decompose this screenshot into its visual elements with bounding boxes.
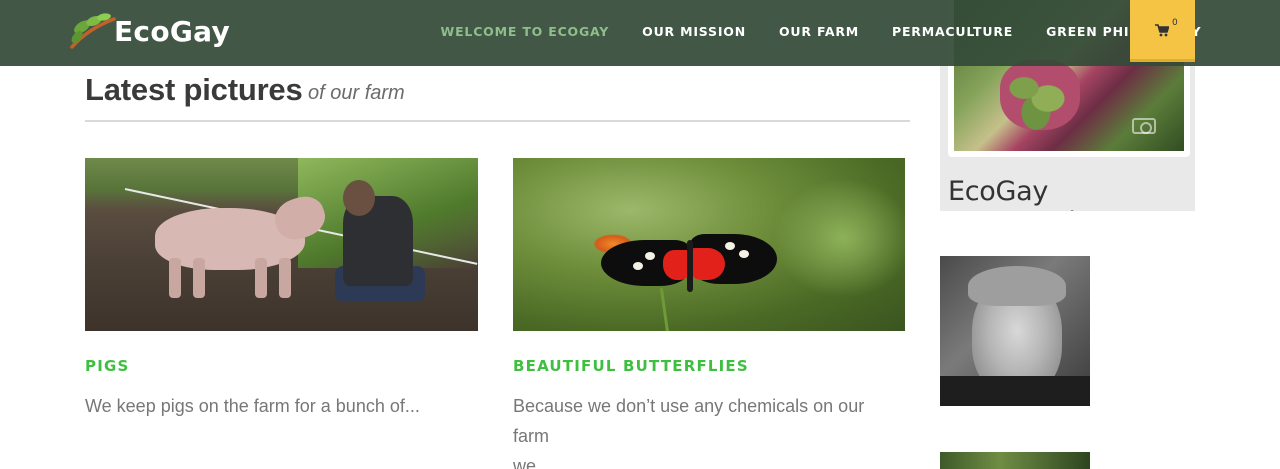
man-head xyxy=(343,180,375,216)
excerpt-line: Because we don’t use any chemicals on ou… xyxy=(513,396,865,446)
section-title: Latest pictures xyxy=(85,72,303,107)
nav-item-our-mission[interactable]: OUR MISSION xyxy=(626,24,763,39)
leaf-logo-icon xyxy=(68,11,116,51)
pig-leg xyxy=(169,258,181,298)
camera-icon xyxy=(1132,118,1156,134)
butterfly-white-spot xyxy=(633,262,643,270)
butterfly-white-spot xyxy=(739,250,749,258)
nav-item-our-farm[interactable]: OUR FARM xyxy=(762,24,875,39)
butterfly-photo[interactable] xyxy=(513,158,905,331)
main-nav: WELCOME TO ECOGAY OUR MISSION OUR FARM P… xyxy=(424,0,1218,62)
portrait-hair xyxy=(968,266,1066,306)
pig-leg xyxy=(193,258,205,298)
butterfly-body xyxy=(687,240,693,292)
butterfly-red-patch xyxy=(691,248,725,280)
pig-leg xyxy=(279,258,291,298)
nav-item-welcome[interactable]: WELCOME TO ECOGAY xyxy=(424,24,626,39)
latest-pictures-heading: Latest pictures of our farm xyxy=(85,72,910,122)
post-title-pigs[interactable]: PIGS xyxy=(85,357,478,375)
excerpt-line: We keep pigs on the farm for a bunch of.… xyxy=(85,396,420,416)
post-excerpt-butterflies: Because we don’t use any chemicals on ou… xyxy=(513,391,905,469)
shopping-cart-icon xyxy=(1155,24,1171,40)
post-excerpt-pigs: We keep pigs on the farm for a bunch of.… xyxy=(85,391,478,421)
site-logo[interactable]: EcoGay xyxy=(68,10,230,52)
post-card-pigs: PIGS We keep pigs on the farm for a bunc… xyxy=(85,158,478,421)
photo-foliage xyxy=(773,178,905,298)
cart-count-badge: 0 xyxy=(1172,18,1178,28)
pig-and-man-photo[interactable] xyxy=(85,158,478,331)
pig-leg xyxy=(255,258,267,298)
nav-item-permaculture[interactable]: PERMACULTURE xyxy=(875,24,1029,39)
excerpt-line: we... xyxy=(513,456,552,469)
post-card-butterflies: BEAUTIFUL BUTTERFLIES Because we don’t u… xyxy=(513,158,905,469)
community-caption: EcoGay Community xyxy=(948,176,1102,211)
butterfly-white-spot xyxy=(645,252,655,260)
cart-button[interactable]: 0 xyxy=(1130,0,1195,62)
section-subtitle: of our farm xyxy=(308,82,405,104)
butterfly-white-spot xyxy=(725,242,735,250)
banana-bunch-shape xyxy=(1000,60,1080,130)
post-title-butterflies[interactable]: BEAUTIFUL BUTTERFLIES xyxy=(513,357,905,375)
portrait-shirt xyxy=(940,376,1090,406)
logo-text: EcoGay xyxy=(114,14,231,48)
site-header: EcoGay WELCOME TO ECOGAY OUR MISSION OUR… xyxy=(0,0,1280,66)
portrait-photo[interactable] xyxy=(940,256,1090,406)
sidebar-thumbnail-photo[interactable] xyxy=(940,452,1090,469)
